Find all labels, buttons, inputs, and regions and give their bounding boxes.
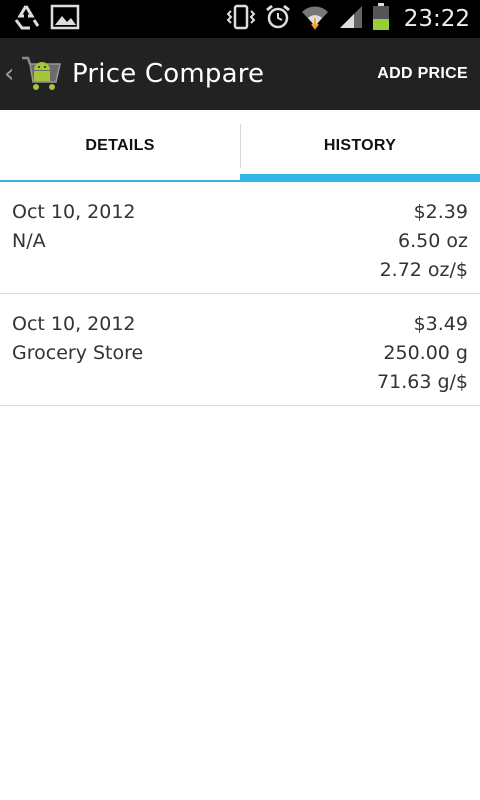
app-title: Price Compare xyxy=(72,59,265,89)
entry-price: $2.39 xyxy=(413,201,468,223)
action-bar: ‹ Price Compare ADD PRICE xyxy=(0,38,480,110)
add-price-button[interactable]: ADD PRICE xyxy=(377,65,468,83)
vibrate-icon xyxy=(226,4,256,34)
tab-history-label: HISTORY xyxy=(323,137,397,154)
clock: 23:22 xyxy=(403,6,470,32)
signal-icon xyxy=(338,4,364,34)
entry-store: N/A xyxy=(12,230,46,252)
android-cart-logo-icon[interactable] xyxy=(20,52,64,96)
gallery-icon xyxy=(50,4,80,34)
tab-history-indicator xyxy=(240,174,480,182)
wifi-icon xyxy=(300,4,330,34)
list-item[interactable]: Oct 10, 2012 Grocery Store $3.49 250.00 … xyxy=(0,294,480,406)
tab-history[interactable]: HISTORY xyxy=(240,110,480,182)
entry-date: Oct 10, 2012 xyxy=(12,201,136,223)
alarm-icon xyxy=(264,4,292,34)
entry-quantity: 6.50 oz xyxy=(398,230,468,252)
entry-date: Oct 10, 2012 xyxy=(12,313,136,335)
entry-quantity: 250.00 g xyxy=(383,342,468,364)
list-item[interactable]: Oct 10, 2012 N/A $2.39 6.50 oz 2.72 oz/$ xyxy=(0,182,480,294)
up-caret-icon[interactable]: ‹ xyxy=(4,59,18,89)
tab-details[interactable]: DETAILS xyxy=(0,110,240,182)
tab-details-label: DETAILS xyxy=(85,137,155,154)
entry-unit-price: 71.63 g/$ xyxy=(377,371,468,393)
entry-unit-price: 2.72 oz/$ xyxy=(379,259,468,281)
entry-store: Grocery Store xyxy=(12,342,144,364)
recycle-icon xyxy=(12,4,40,34)
price-history-list: Oct 10, 2012 N/A $2.39 6.50 oz 2.72 oz/$… xyxy=(0,182,480,406)
battery-icon xyxy=(372,3,390,35)
status-bar: 23:22 xyxy=(0,0,480,38)
entry-price: $3.49 xyxy=(413,313,468,335)
tab-divider xyxy=(240,124,241,168)
